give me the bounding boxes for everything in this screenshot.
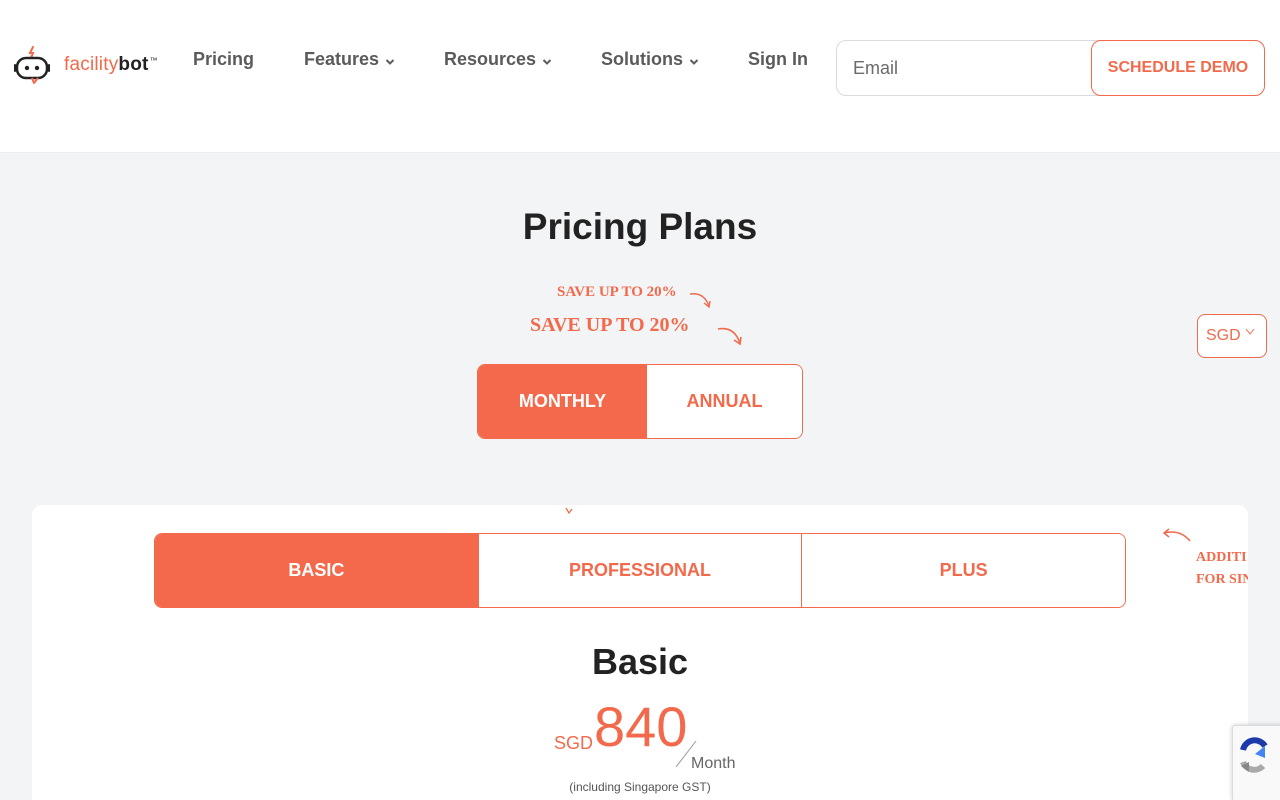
currency-select-value: SGD (1206, 327, 1241, 344)
plan-tabs: BASIC PROFESSIONAL PLUS (154, 533, 1126, 608)
nav-pricing-label: Pricing (193, 49, 255, 69)
billing-monthly-button[interactable]: MONTHLY (478, 365, 647, 438)
logo-text-bot: bot (118, 54, 149, 75)
nav-solutions-label: Solutions (601, 49, 683, 69)
billing-annual-button[interactable]: ANNUAL (647, 365, 802, 438)
arrow-tip-icon (565, 507, 573, 515)
pricing-card: BASIC PROFESSIONAL PLUS ADDITI FOR SIN B… (32, 505, 1248, 800)
chevron-down-icon (385, 58, 395, 65)
curved-arrow-icon (689, 293, 711, 309)
nav-resources-label: Resources (444, 49, 537, 69)
nav-pricing[interactable]: Pricing (193, 49, 254, 70)
email-field-wrapper (836, 40, 1106, 96)
price-currency: SGD (554, 733, 594, 753)
billing-toggle: MONTHLY ANNUAL (477, 364, 803, 439)
chevron-down-icon (689, 58, 699, 65)
recaptcha-icon (1240, 737, 1268, 773)
curved-arrow-icon (1162, 528, 1191, 542)
nav-features-label: Features (304, 49, 380, 69)
site-header: facilitybot™ Pricing Features Resources … (0, 0, 1280, 153)
side-note-line-2: FOR SIN (1196, 572, 1248, 587)
save-badge-small: SAVE UP TO 20% (557, 284, 677, 300)
logo-text-facility: facility (64, 54, 119, 75)
currency-select[interactable]: SGD (1197, 314, 1267, 358)
side-note-line-1: ADDITI (1196, 550, 1247, 565)
nav-resources[interactable]: Resources (444, 49, 552, 70)
page-title: Pricing Plans (522, 206, 758, 247)
logo-trademark: ™ (149, 55, 158, 65)
side-note: ADDITI FOR SIN (1196, 547, 1248, 591)
tab-basic[interactable]: BASIC (155, 534, 478, 607)
chevron-down-icon (542, 58, 552, 65)
nav-features[interactable]: Features (304, 49, 395, 70)
nav-sign-in[interactable]: Sign In (748, 49, 808, 70)
robot-logo-icon (14, 45, 52, 85)
curved-arrow-icon (717, 327, 742, 346)
nav-sign-in-label: Sign In (748, 49, 808, 69)
save-badge: SAVE UP TO 20% (530, 314, 690, 336)
facilitybot-logo[interactable]: facilitybot™ (14, 45, 158, 85)
plan-name: Basic (591, 641, 689, 682)
chevron-down-icon (1245, 328, 1255, 335)
recaptcha-badge[interactable] (1232, 725, 1280, 800)
email-input[interactable] (837, 41, 1105, 95)
schedule-demo-button[interactable]: SCHEDULE DEMO (1091, 40, 1265, 96)
price-tax-note: (including Singapore GST) (569, 780, 711, 794)
tab-plus[interactable]: PLUS (801, 534, 1125, 607)
logo-wordmark: facilitybot™ (64, 54, 158, 76)
tab-professional[interactable]: PROFESSIONAL (477, 534, 802, 607)
nav-solutions[interactable]: Solutions (601, 49, 699, 70)
price-period: Month (691, 755, 736, 772)
